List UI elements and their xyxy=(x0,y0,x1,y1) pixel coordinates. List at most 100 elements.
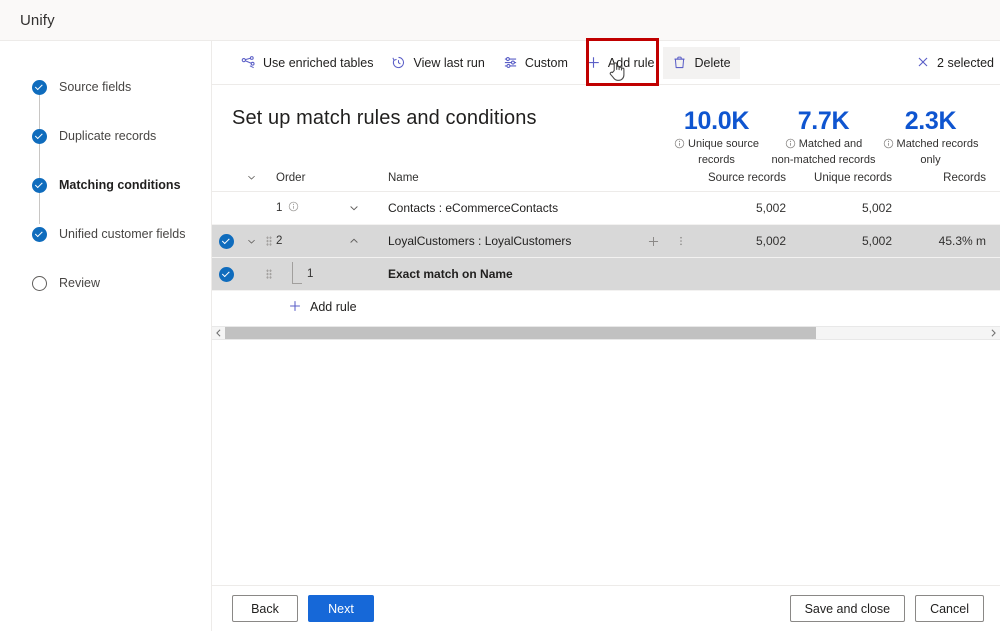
row-unique-records: 5,002 xyxy=(861,234,892,248)
table-header-row: Order Name Source records Unique records… xyxy=(212,164,1000,192)
column-header-name[interactable]: Name xyxy=(380,172,638,184)
table-body: 1 Contacts: eCommerceContacts 5,002 5,0… xyxy=(212,192,1000,323)
kpi-label-line1: Unique source xyxy=(688,138,759,150)
wizard-step-label: Matching conditions xyxy=(59,178,181,192)
column-header-unique-records[interactable]: Unique records xyxy=(786,172,892,184)
trash-icon xyxy=(672,55,687,70)
main-content: Use enriched tables View last run Custom… xyxy=(212,38,1000,631)
horizontal-scrollbar[interactable] xyxy=(212,326,1000,340)
kpi-label: Matched records only xyxy=(883,137,979,167)
info-icon[interactable] xyxy=(674,138,685,153)
back-button[interactable]: Back xyxy=(232,595,298,622)
step-complete-icon xyxy=(32,177,47,193)
scroll-right-arrow-icon[interactable] xyxy=(987,326,1000,340)
row-order-number: 2 xyxy=(276,235,283,247)
footer-actions: Back Next Save and close Cancel xyxy=(212,585,1000,631)
history-clock-icon xyxy=(391,55,406,70)
enriched-tables-icon xyxy=(241,55,256,70)
row-drag-handle[interactable] xyxy=(262,236,276,246)
add-rule-toolbar-button[interactable]: Add rule xyxy=(577,47,664,79)
row-source-records: 5,002 xyxy=(755,201,786,215)
add-rule-label: Add rule xyxy=(310,300,357,314)
kpi-matched-and-non-matched-records: 7.7K Matched and non-matched records xyxy=(770,107,877,168)
subrow-checkbox-cell[interactable] xyxy=(212,266,240,282)
wizard-step-connector xyxy=(39,95,40,224)
info-icon[interactable] xyxy=(883,138,894,153)
row-source-records: 5,002 xyxy=(755,234,786,248)
drag-handle-icon xyxy=(266,269,272,279)
table-row[interactable]: 1 Contacts: eCommerceContacts 5,002 5,0… xyxy=(212,192,1000,225)
custom-button[interactable]: Custom xyxy=(494,47,577,79)
column-header-source-records[interactable]: Source records xyxy=(694,172,786,184)
subrow-order-number: 1 xyxy=(307,268,314,280)
sliders-icon xyxy=(503,55,518,70)
subrow-drag-handle[interactable] xyxy=(262,269,276,279)
delete-button[interactable]: Delete xyxy=(663,46,740,79)
wizard-step-unified-customer-fields[interactable]: Unified customer fields xyxy=(16,224,211,244)
row-checkbox-cell[interactable] xyxy=(212,233,240,249)
info-icon[interactable] xyxy=(785,138,796,153)
selection-count-chip[interactable]: 2 selected xyxy=(910,47,1000,79)
wizard-step-source-fields[interactable]: Source fields xyxy=(16,77,211,97)
wizard-sidebar: Source fields Duplicate records Matching… xyxy=(0,41,212,631)
drag-handle-icon xyxy=(266,236,272,246)
kpi-label-line2: only xyxy=(920,154,941,166)
app-header: Unify xyxy=(0,0,1000,41)
view-last-run-button[interactable]: View last run xyxy=(382,47,493,79)
wizard-step-label: Duplicate records xyxy=(59,129,157,143)
use-enriched-tables-button[interactable]: Use enriched tables xyxy=(232,47,382,79)
step-complete-icon xyxy=(32,79,47,95)
page-title: Set up match rules and conditions xyxy=(232,107,537,129)
kpi-value: 2.3K xyxy=(904,107,957,135)
row-name: LoyalCustomers : LoyalCustomers xyxy=(388,234,572,248)
wizard-step-label: Source fields xyxy=(59,80,132,94)
wizard-step-label: Review xyxy=(59,276,100,290)
row-records: 45.3% m xyxy=(938,234,986,248)
kpi-value: 10.0K xyxy=(683,107,750,135)
kpi-label-line1: Matched and xyxy=(798,138,863,150)
row-expand-toggle[interactable] xyxy=(328,235,380,247)
table-subrow[interactable]: 1 Exact match on Name xyxy=(212,258,1000,291)
row-order-number: 1 xyxy=(276,202,283,214)
kpi-matched-records-only: 2.3K Matched records only xyxy=(877,107,984,168)
toolbar-item-label: View last run xyxy=(413,55,485,70)
row-add-condition-button[interactable] xyxy=(638,235,668,248)
column-header-order[interactable]: Order xyxy=(276,172,328,184)
toolbar-item-label: Use enriched tables xyxy=(263,55,374,70)
scrollbar-track[interactable] xyxy=(225,326,987,340)
kpi-label-line2: non-matched records xyxy=(771,154,876,166)
wizard-step-review[interactable]: Review xyxy=(16,273,211,293)
row-name: Contacts : eCommerceContacts xyxy=(388,201,559,215)
step-pending-icon xyxy=(32,275,47,291)
scroll-left-arrow-icon[interactable] xyxy=(212,326,225,340)
unify-match-rules-screen: Unify Source fields Duplicate records Ma… xyxy=(0,0,1000,631)
page-header: Set up match rules and conditions 10.0K … xyxy=(212,85,1000,166)
close-icon[interactable] xyxy=(916,55,930,72)
save-and-close-button[interactable]: Save and close xyxy=(789,595,906,622)
scrollbar-thumb[interactable] xyxy=(225,327,816,339)
row-checkbox-checked-icon[interactable] xyxy=(218,233,234,249)
wizard-step-list: Source fields Duplicate records Matching… xyxy=(16,77,211,293)
info-icon[interactable] xyxy=(288,201,299,215)
app-title: Unify xyxy=(20,11,55,29)
wizard-step-matching-conditions[interactable]: Matching conditions xyxy=(16,175,211,195)
kpi-label-line1: Matched records xyxy=(896,138,979,150)
next-button[interactable]: Next xyxy=(308,595,374,622)
subrow-name: Exact match on Name xyxy=(388,267,513,281)
command-bar: Use enriched tables View last run Custom… xyxy=(212,38,1000,86)
add-rule-link[interactable]: Add rule xyxy=(212,291,1000,323)
row-expand-toggle[interactable] xyxy=(328,202,380,214)
column-header-records[interactable]: Records xyxy=(892,172,988,184)
step-complete-icon xyxy=(32,128,47,144)
cancel-button[interactable]: Cancel xyxy=(915,595,984,622)
row-collapse-toggle[interactable] xyxy=(240,236,262,247)
expand-all-toggle[interactable] xyxy=(240,172,262,183)
row-more-menu-button[interactable] xyxy=(668,235,694,247)
selection-count-label: 2 selected xyxy=(937,56,994,70)
step-complete-icon xyxy=(32,226,47,242)
subrow-checkbox-checked-icon[interactable] xyxy=(218,266,234,282)
table-row[interactable]: 2 LoyalCustomers : LoyalCustomers 5,002 … xyxy=(212,225,1000,258)
row-order-cell: 1 xyxy=(276,201,328,215)
plus-icon xyxy=(586,55,601,70)
wizard-step-duplicate-records[interactable]: Duplicate records xyxy=(16,126,211,146)
